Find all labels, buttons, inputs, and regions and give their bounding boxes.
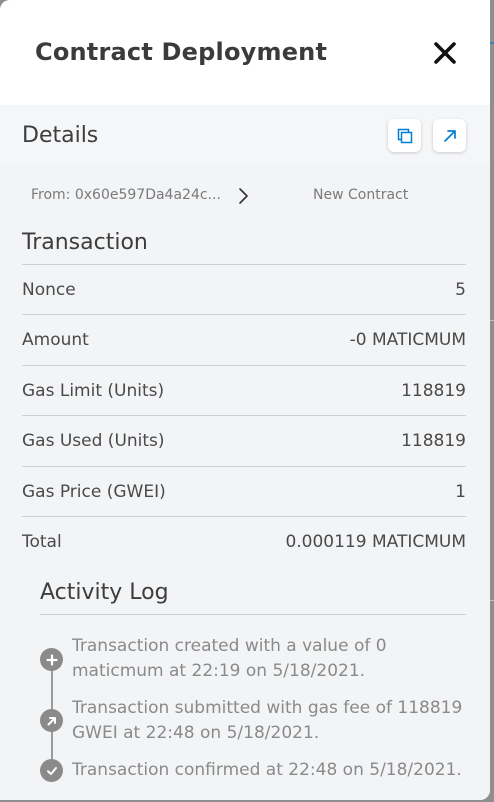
sender-recipient-row: From: 0x60e597Da4a24c... New Contract: [0, 163, 490, 227]
arrow-up-right-icon: [40, 709, 63, 732]
transaction-section-title: Transaction: [22, 230, 148, 255]
gas-price-value: 1: [455, 482, 466, 502]
divider: [40, 614, 466, 615]
details-body: From: 0x60e597Da4a24c... New Contract Tr…: [0, 163, 490, 800]
transaction-details-modal: Contract Deployment Details From: 0x60e5…: [0, 0, 490, 800]
gas-used-value: 118819: [401, 431, 466, 451]
close-icon: [434, 42, 456, 64]
gas-limit-label: Gas Limit (Units): [22, 381, 165, 401]
gas-used-label: Gas Used (Units): [22, 431, 165, 451]
amount-label: Amount: [22, 330, 89, 350]
close-button[interactable]: [432, 40, 458, 66]
copy-tx-id-button[interactable]: [388, 119, 421, 152]
from-address[interactable]: From: 0x60e597Da4a24c...: [31, 187, 221, 203]
divider: [22, 516, 466, 517]
activity-entry-submitted: Transaction submitted with gas fee of 11…: [72, 698, 463, 743]
activity-entry-confirmed: Transaction confirmed at 22:48 on 5/18/2…: [72, 760, 462, 780]
recipient-label: New Contract: [313, 187, 409, 203]
divider: [22, 314, 466, 315]
total-label: Total: [22, 532, 62, 552]
arrow-up-right-icon: [443, 129, 456, 142]
details-bar: Details: [0, 105, 490, 163]
check-icon: [40, 759, 63, 782]
nonce-label: Nonce: [22, 280, 76, 300]
modal-title: Contract Deployment: [35, 38, 328, 66]
amount-value: -0 MATICMUM: [349, 330, 466, 350]
gas-price-label: Gas Price (GWEI): [22, 482, 166, 502]
divider: [22, 466, 466, 467]
gas-limit-value: 118819: [401, 381, 466, 401]
divider: [22, 365, 466, 366]
plus-icon: [40, 648, 63, 671]
divider: [22, 264, 466, 265]
nonce-value: 5: [455, 280, 466, 300]
chevron-right-icon: [239, 188, 248, 204]
activity-log-title: Activity Log: [40, 580, 169, 605]
activity-entry-created: Transaction created with a value of 0 ma…: [72, 636, 387, 681]
copy-icon: [397, 128, 412, 143]
view-on-explorer-button[interactable]: [433, 119, 466, 152]
divider: [22, 415, 466, 416]
total-value: 0.000119 MATICMUM: [285, 532, 466, 552]
details-label: Details: [22, 123, 99, 148]
modal-header: Contract Deployment: [0, 0, 490, 105]
